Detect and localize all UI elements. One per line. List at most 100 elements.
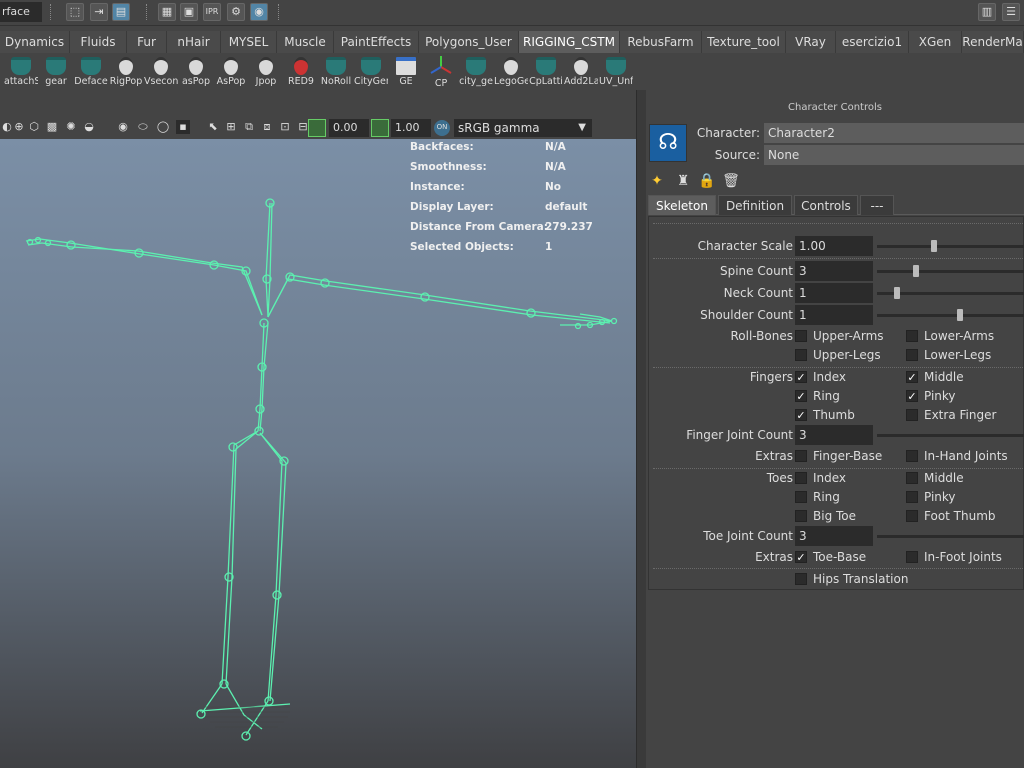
shelf-button-jpop[interactable]: Jpop [249,55,283,89]
exposure-icon[interactable] [308,119,326,137]
checkbox-box[interactable] [906,349,918,361]
checkbox-toe-index[interactable]: Index [795,469,846,487]
tab-controls[interactable]: Controls [794,195,858,215]
lock-icon[interactable]: 🔒 [698,172,716,190]
shelf-tab-xgen[interactable]: XGen [909,31,962,53]
checkmark-icon[interactable]: ✓ [795,371,807,383]
neck-count-slider[interactable] [877,283,1024,303]
slider-thumb[interactable] [931,240,937,252]
checkbox-finger-pinky[interactable]: ✓ Pinky [906,387,956,405]
checkbox-finger-middle[interactable]: ✓ Middle [906,368,964,386]
spine-count-field[interactable]: 3 [795,261,873,281]
checkbox-finger-thumb[interactable]: ✓ Thumb [795,406,855,424]
color-management-icon[interactable]: ON [434,120,450,136]
hypershade-icon[interactable]: ◉ [250,3,268,21]
shelf-button-red9[interactable]: RED9 [284,55,318,89]
shelf-button-uv-unf[interactable]: UV_Unf [599,55,633,89]
checkmark-icon[interactable]: ✓ [795,409,807,421]
checkbox-toe-base[interactable]: ✓ Toe-Base [795,548,866,566]
field-chart-icon[interactable]: ⊡ [278,120,292,134]
shelf-tab-esercizio1[interactable]: esercizio1 [836,31,909,53]
select-camera-icon[interactable]: ⬉ [206,120,220,134]
textured-icon[interactable]: ▩ [45,120,59,134]
checkbox-box[interactable] [795,472,807,484]
gamma-field[interactable]: 1.00 [391,119,431,137]
character-scale-field[interactable]: 1.00 [795,236,873,256]
checkbox-hips-translation[interactable]: Hips Translation [795,570,908,588]
slider-thumb[interactable] [894,287,900,299]
gamma-icon[interactable] [371,119,389,137]
checkbox-extra-finger[interactable]: Extra Finger [906,406,996,424]
wireframe-icon[interactable]: ⊕ [12,120,26,134]
shelf-button-aspop-2[interactable]: AsPop [214,55,248,89]
shelf-tab-muscle[interactable]: Muscle [277,31,334,53]
checkbox-finger-index[interactable]: ✓ Index [795,368,846,386]
shelf-button-rigpop[interactable]: RigPop [109,55,143,89]
checkbox-box[interactable] [906,491,918,503]
shelf-button-attachs[interactable]: attachS [4,55,38,89]
checkbox-toe-middle[interactable]: Middle [906,469,964,487]
shelf-tab-fur[interactable]: Fur [127,31,167,53]
checkmark-icon[interactable]: ✓ [906,390,918,402]
antialias-icon[interactable]: ◯ [156,120,170,134]
shelf-tab-mysel[interactable]: MYSEL [221,31,277,53]
ipr-render-icon[interactable]: IPR [203,3,221,21]
checkbox-box[interactable] [906,409,918,421]
shelf-tab-painteffects[interactable]: PaintEffects [334,31,419,53]
finger-joint-count-slider[interactable] [877,425,1024,445]
character-dropdown[interactable]: Character2 [764,123,1024,143]
checkmark-icon[interactable]: ✓ [795,390,807,402]
shelf-button-legoge[interactable]: LegoGe [494,55,528,89]
render-view-icon[interactable]: ▦ [158,3,176,21]
toe-joint-count-field[interactable]: 3 [795,526,873,546]
move-tool-icon[interactable]: ⇥ [90,3,108,21]
shelf-button-add2la[interactable]: Add2La [564,55,598,89]
shelf-button-cp[interactable]: CP [424,55,458,89]
select-tool-icon[interactable]: ⬚ [66,3,84,21]
checkbox-foot-thumb[interactable]: Foot Thumb [906,507,996,525]
checkbox-finger-base[interactable]: Finger-Base [795,447,882,465]
shelf-button-cplatti[interactable]: CpLatti [529,55,563,89]
resolution-gate-icon[interactable]: ⧉ [242,120,256,134]
shelf-button-aspop[interactable]: asPop [179,55,213,89]
slider-thumb[interactable] [913,265,919,277]
neck-count-field[interactable]: 1 [795,283,873,303]
toe-joint-count-slider[interactable] [877,526,1024,546]
ambient-occlusion-icon[interactable]: ◉ [116,120,130,134]
tab-definition[interactable]: Definition [718,195,792,215]
shelf-button-noroll[interactable]: NoRoll [319,55,353,89]
exposure-field[interactable]: 0.00 [329,119,369,137]
checkbox-box[interactable] [795,330,807,342]
checkbox-lower-legs[interactable]: Lower-Legs [906,346,991,364]
create-skeleton-icon[interactable]: ✦ [648,172,666,190]
panel-splitter[interactable] [636,90,646,768]
character-mesh-icon[interactable]: ♜ [674,172,692,190]
checkbox-in-foot-joints[interactable]: In-Foot Joints [906,548,1002,566]
trash-icon[interactable]: 🗑 [722,172,740,190]
human-ik-icon[interactable]: ☊ [649,124,687,162]
checkbox-lower-arms[interactable]: Lower-Arms [906,327,994,345]
tab-more[interactable]: --- [860,195,894,215]
shelf-button-deface[interactable]: Deface [74,55,108,89]
checkbox-box[interactable] [795,349,807,361]
checkbox-box[interactable] [906,472,918,484]
checkbox-box[interactable] [906,551,918,563]
shelf-tab-texture-tool[interactable]: Texture_tool [702,31,786,53]
render-settings-gear-icon[interactable]: ⚙ [227,3,245,21]
render-settings-icon[interactable]: ▤ [112,3,130,21]
checkbox-finger-ring[interactable]: ✓ Ring [795,387,840,405]
xray-icon[interactable]: ▪ [176,120,190,134]
checkbox-toe-ring[interactable]: Ring [795,488,840,506]
checkmark-icon[interactable]: ✓ [795,551,807,563]
checkbox-toe-pinky[interactable]: Pinky [906,488,956,506]
character-scale-slider[interactable] [877,236,1024,256]
source-dropdown[interactable]: None [764,145,1024,165]
tab-skeleton[interactable]: Skeleton [648,195,716,215]
view-transform-dropdown[interactable]: sRGB gamma ▼ [454,119,592,137]
checkbox-box[interactable] [906,330,918,342]
checkbox-upper-arms[interactable]: Upper-Arms [795,327,884,345]
checkbox-big-toe[interactable]: Big Toe [795,507,856,525]
finger-joint-count-field[interactable]: 3 [795,425,873,445]
smooth-shade-icon[interactable]: ⬡ [27,120,41,134]
grid-icon[interactable]: ⊞ [224,120,238,134]
